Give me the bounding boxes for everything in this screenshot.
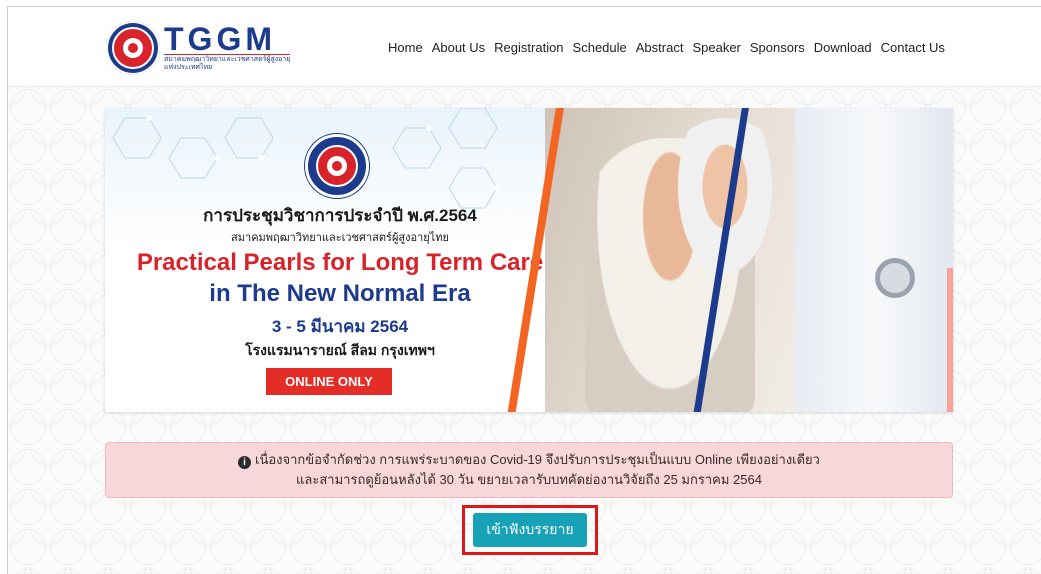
logo-subtitle-line1: สมาคมพฤฒาวิทยาและเวชศาสตร์ผู้สูงอายุ (164, 56, 291, 63)
nav-about-us[interactable]: About Us (432, 40, 485, 56)
banner-logo-icon (305, 134, 369, 198)
main-menu: Home About Us Registration Schedule Abst… (388, 40, 954, 56)
banner-org-th: สมาคมพฤฒาวิทยาและเวชศาสตร์ผู้สูงอายุไทย (231, 232, 449, 244)
alert-line1: เนื่องจากข้อจำกัดช่วง การแพร่ระบาดของ Co… (255, 452, 820, 467)
page-frame: TGGM สมาคมพฤฒาวิทยาและเวชศาสตร์ผู้สูงอาย… (7, 6, 1041, 574)
nav-abstract[interactable]: Abstract (636, 40, 684, 56)
banner-headline-line1: Practical Pearls for Long Term Care (136, 249, 544, 276)
doctor-figure (795, 108, 953, 412)
nav-home[interactable]: Home (388, 40, 423, 56)
nav-download[interactable]: Download (814, 40, 872, 56)
banner-date: 3 - 5 มีนาคม 2564 (271, 317, 409, 336)
banner-text-panel: การประชุมวิชาการประจำปี พ.ศ.2564 สมาคมพฤ… (105, 108, 575, 412)
logo-brand-text: TGGM (164, 21, 276, 57)
alert-line2: และสามารถดูย้อนหลังได้ 30 วัน ขยายเวลารั… (296, 472, 762, 487)
navbar: TGGM สมาคมพฤฒาวิทยาและเวชศาสตร์ผู้สูงอาย… (8, 7, 1041, 87)
online-only-badge: ONLINE ONLY (266, 368, 392, 395)
alert-line1-row: i เนื่องจากข้อจำกัดช่วง การแพร่ระบาดของ C… (106, 450, 952, 470)
banner-venue: โรงแรมนารายณ์ สีลม กรุงเทพฯ (245, 342, 435, 358)
logo-subtitle-line2: แห่งประเทศไทย (164, 64, 213, 71)
info-circle-icon: i (238, 456, 252, 469)
stethoscope-icon (875, 258, 915, 298)
nav-contact-us[interactable]: Contact Us (881, 40, 945, 56)
conference-banner: การประชุมวิชาการประจำปี พ.ศ.2564 สมาคมพฤ… (105, 108, 953, 412)
covid-notice-alert: i เนื่องจากข้อจำกัดช่วง การแพร่ระบาดของ C… (105, 442, 953, 498)
join-lecture-button[interactable]: เข้าฟังบรรยาย (473, 513, 587, 547)
cta-highlight-box: เข้าฟังบรรยาย (462, 505, 598, 555)
nav-speaker[interactable]: Speaker (692, 40, 740, 56)
nav-schedule[interactable]: Schedule (573, 40, 627, 56)
banner-title-th: การประชุมวิชาการประจำปี พ.ศ.2564 (203, 206, 477, 225)
pink-stripe (947, 268, 953, 412)
logo-subtitle: สมาคมพฤฒาวิทยาและเวชศาสตร์ผู้สูงอายุ แห่… (164, 54, 291, 72)
nav-registration[interactable]: Registration (494, 40, 563, 56)
banner-headline-line2: in The New Normal Era (209, 280, 471, 307)
site-logo[interactable]: TGGM สมาคมพฤฒาวิทยาและเวชศาสตร์ผู้สูงอาย… (106, 21, 316, 75)
tggm-logo-icon (106, 21, 160, 75)
nav-sponsors[interactable]: Sponsors (750, 40, 805, 56)
